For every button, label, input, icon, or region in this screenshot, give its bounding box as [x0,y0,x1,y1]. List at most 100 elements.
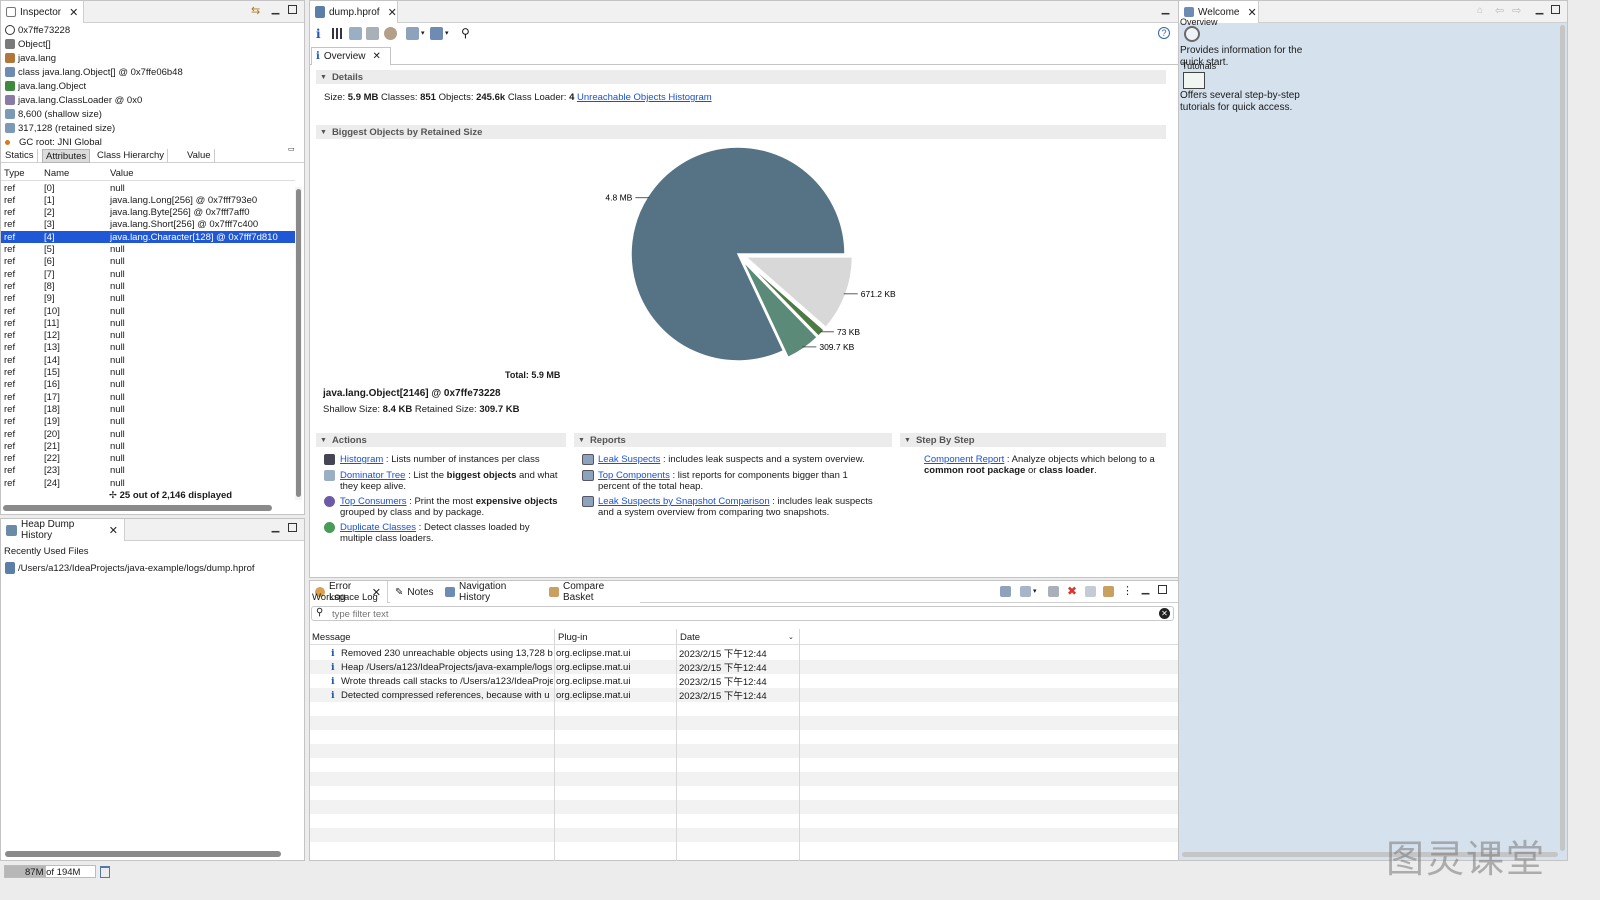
thread-overview-icon[interactable] [384,27,397,40]
log-row[interactable]: i Removed 230 unreachable objects using 1… [310,646,1195,661]
table-row[interactable]: ref [8] null [1,280,295,292]
log-row[interactable]: i Detected compressed references, because… [310,688,1195,703]
info-icon[interactable]: i [316,27,321,41]
welcome-overview-title[interactable]: Overview [1180,17,1218,27]
log-filter-box[interactable]: ⚲ ✕ [311,606,1174,621]
export-log-icon[interactable] [1000,586,1011,597]
close-icon[interactable]: ✕ [1248,6,1257,19]
maximize-icon[interactable] [288,5,297,14]
maximize-icon[interactable] [1158,585,1167,594]
chevron-down-icon[interactable]: ▾ [421,29,425,37]
column-plugin[interactable]: Plug-in [558,632,588,643]
tab-navigation-history[interactable]: Navigation History [440,581,544,603]
close-icon[interactable]: ✕ [69,6,78,19]
close-icon[interactable]: ✕ [109,524,118,537]
report-link[interactable]: Leak Suspects by Snapshot Comparison [598,496,770,507]
reports-section-header[interactable]: ▼ Reports [574,433,892,447]
clear-filter-icon[interactable]: ✕ [1159,608,1170,619]
table-row[interactable]: ref [11] null [1,317,295,329]
memory-indicator[interactable]: 87M of 194M [4,865,96,878]
table-row[interactable]: ref [9] null [1,293,295,305]
log-row[interactable]: i Heap /Users/a123/IdeaProjects/java-exam… [310,660,1195,675]
view-menu-icon[interactable]: ⋮ [1122,584,1133,597]
back-arrow-icon[interactable]: ⇦ [1495,4,1504,17]
inspector-tab[interactable]: Inspector ✕ [1,1,84,23]
table-row[interactable]: ref [10] null [1,305,295,317]
minimize-icon[interactable]: ▁ [270,523,281,534]
step-by-step-section-header[interactable]: ▼ Step By Step [900,433,1166,447]
overview-magnifier-icon[interactable] [1184,26,1200,42]
welcome-tutorials-title[interactable]: Tutorials [1182,61,1216,71]
table-row[interactable]: ref [20] null [1,428,295,440]
home-icon[interactable]: ⌂ [1477,5,1483,16]
table-row[interactable]: ref [17] null [1,391,295,403]
chevron-down-icon[interactable]: ▾ [445,29,449,37]
heap-history-hscrollbar[interactable] [5,851,281,857]
query-browser-icon[interactable] [430,27,443,40]
table-row[interactable]: ref [6] null [1,256,295,268]
table-row[interactable]: ref [18] null [1,403,295,415]
table-row[interactable]: ref [5] null [1,244,295,256]
table-row[interactable]: ref [3] java.lang.Short[256] @ 0x7fff7c400 [1,219,295,231]
delete-log-icon[interactable]: ✖ [1067,584,1077,598]
table-row[interactable]: ref [4] java.lang.Character[128] @ 0x7fff7… [1,231,295,244]
dump-hprof-tab[interactable]: dump.hprof ✕ [310,1,398,23]
inspector-vscroll-thumb[interactable] [296,189,301,497]
table-row[interactable]: ref [12] null [1,330,295,342]
sync-icon[interactable]: ⇆ [251,6,263,18]
table-row[interactable]: ref [14] null [1,354,295,366]
close-icon[interactable]: ✕ [373,51,381,62]
table-row[interactable]: ref [0] null [1,182,295,194]
table-row[interactable]: ref [19] null [1,416,295,428]
table-row[interactable]: ref [7] null [1,268,295,280]
component-report-link[interactable]: Component Report [924,454,1004,465]
maximize-icon[interactable] [288,523,297,532]
sort-chevron-icon[interactable]: ⌄ [788,633,794,641]
import-log-icon[interactable] [1020,586,1031,597]
action-link[interactable]: Duplicate Classes [340,522,416,533]
histogram-icon[interactable] [332,28,343,39]
welcome-vscrollbar[interactable] [1560,25,1565,851]
run-report-icon[interactable] [406,27,419,40]
inspector-vscrollbar[interactable] [295,187,302,500]
table-row[interactable]: ref [21] null [1,440,295,452]
restore-log-icon[interactable] [1103,586,1114,597]
table-row[interactable]: ref [2] java.lang.Byte[256] @ 0x7fff7aff0 [1,207,295,219]
retained-size-pie-chart[interactable]: 4.8 MB 309.7 KB 73 KB 671.2 KB [580,141,920,381]
log-row[interactable]: i Wrote threads call stacks to /Users/a12… [310,674,1195,689]
tab-compare-basket[interactable]: Compare Basket [544,581,640,603]
expand-icon[interactable]: ✢ [109,490,117,501]
table-row[interactable]: ref [24] null [1,477,295,489]
actions-section-header[interactable]: ▼ Actions [316,433,566,447]
column-date[interactable]: Date [680,632,700,643]
inspector-subtab-class-hierarchy[interactable]: Class Hierarchy [94,149,169,163]
heap-history-tab[interactable]: Heap Dump History ✕ [1,519,125,541]
table-row[interactable]: ref [1] java.lang.Long[256] @ 0x7fff793e0 [1,194,295,206]
collapse-icon[interactable]: ▼ [320,74,327,81]
log-filter-input[interactable] [332,608,1152,620]
forward-arrow-icon[interactable]: ⇨ [1512,4,1521,17]
tab-notes[interactable]: ✎ Notes [390,581,440,603]
collapse-icon[interactable]: ▼ [578,437,585,444]
minimize-icon[interactable]: ▁ [1140,585,1151,596]
unreachable-histogram-link[interactable]: Unreachable Objects Histogram [577,92,712,103]
minimize-icon[interactable]: ▁ [270,5,281,16]
table-row[interactable]: ref [23] null [1,465,295,477]
overview-subtab[interactable]: i Overview ✕ [311,47,391,65]
chevron-down-icon[interactable]: ▾ [1033,587,1037,595]
action-link[interactable]: Dominator Tree [340,470,405,481]
minimize-icon[interactable]: ▭ [288,145,295,153]
table-row[interactable]: ref [16] null [1,379,295,391]
biggest-objects-section-header[interactable]: ▼ Biggest Objects by Retained Size [316,125,1166,139]
report-link[interactable]: Top Components [598,470,670,481]
inspector-subtab-statics[interactable]: Statics [2,149,38,163]
close-icon[interactable]: ✕ [388,6,397,19]
maximize-icon[interactable] [1551,5,1560,14]
table-row[interactable]: ref [22] null [1,453,295,465]
inspector-subtab-attributes[interactable]: Attributes [42,149,91,163]
open-log-icon[interactable] [1085,586,1096,597]
oql-icon[interactable] [366,27,379,40]
report-link[interactable]: Leak Suspects [598,454,660,465]
column-name[interactable]: Name [44,168,69,179]
table-row[interactable]: ref [15] null [1,367,295,379]
